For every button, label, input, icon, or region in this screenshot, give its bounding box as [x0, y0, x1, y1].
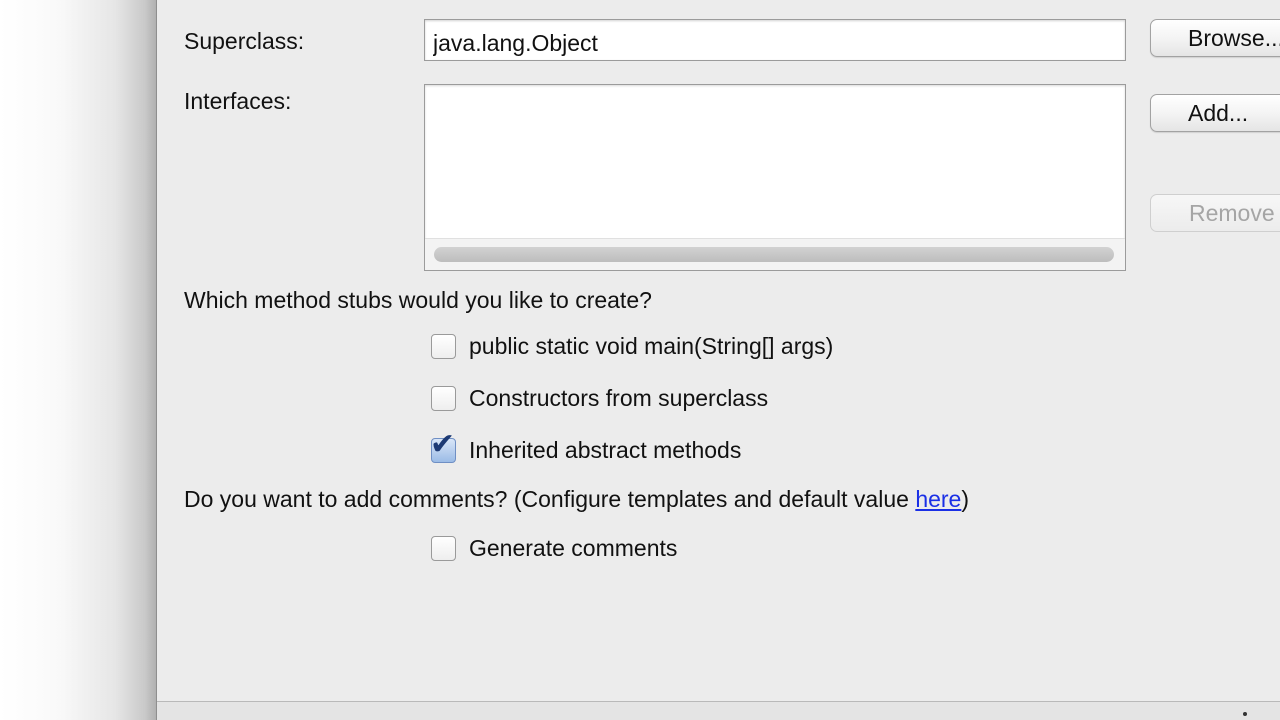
constructors-label: Constructors from superclass: [469, 384, 769, 411]
add-interface-button[interactable]: Add...: [1150, 94, 1280, 132]
comments-question-text: Do you want to add comments? (Configure …: [184, 486, 916, 512]
method-stubs-question: Which method stubs would you like to cre…: [184, 287, 652, 313]
screen: Superclass: Browse... Interfaces: Add...…: [0, 0, 1280, 720]
generate-comments-label: Generate comments: [469, 534, 678, 561]
constructors-option[interactable]: Constructors from superclass: [431, 383, 768, 413]
superclass-input[interactable]: [424, 19, 1126, 61]
interfaces-label: Interfaces:: [184, 88, 292, 114]
main-method-label: public static void main(String[] args): [469, 332, 834, 359]
constructors-checkbox[interactable]: [431, 385, 456, 411]
interfaces-list[interactable]: [424, 84, 1126, 271]
main-method-checkbox[interactable]: [431, 333, 456, 359]
checkmark-icon: ✔: [430, 426, 456, 462]
scrollbar-thumb[interactable]: [434, 247, 1114, 262]
mouse-cursor: [1243, 712, 1247, 716]
window-shadow: [0, 0, 158, 720]
main-method-option[interactable]: public static void main(String[] args): [431, 331, 833, 361]
comments-question-suffix: ): [961, 486, 970, 512]
new-java-class-dialog: Superclass: Browse... Interfaces: Add...…: [156, 0, 1280, 720]
remove-interface-button[interactable]: Remove: [1150, 194, 1280, 232]
interfaces-horizontal-scrollbar[interactable]: [425, 238, 1125, 270]
generate-comments-checkbox[interactable]: [431, 535, 456, 561]
dialog-footer: [157, 702, 1280, 720]
configure-templates-link[interactable]: here: [915, 486, 961, 512]
superclass-label: Superclass:: [184, 28, 305, 54]
inherited-abstract-checkbox[interactable]: ✔: [430, 429, 456, 463]
browse-button[interactable]: Browse...: [1150, 19, 1280, 57]
comments-question: Do you want to add comments? (Configure …: [184, 486, 969, 513]
inherited-abstract-label: Inherited abstract methods: [469, 436, 742, 463]
inherited-abstract-option[interactable]: ✔ Inherited abstract methods: [430, 429, 742, 465]
generate-comments-option[interactable]: Generate comments: [431, 533, 677, 563]
